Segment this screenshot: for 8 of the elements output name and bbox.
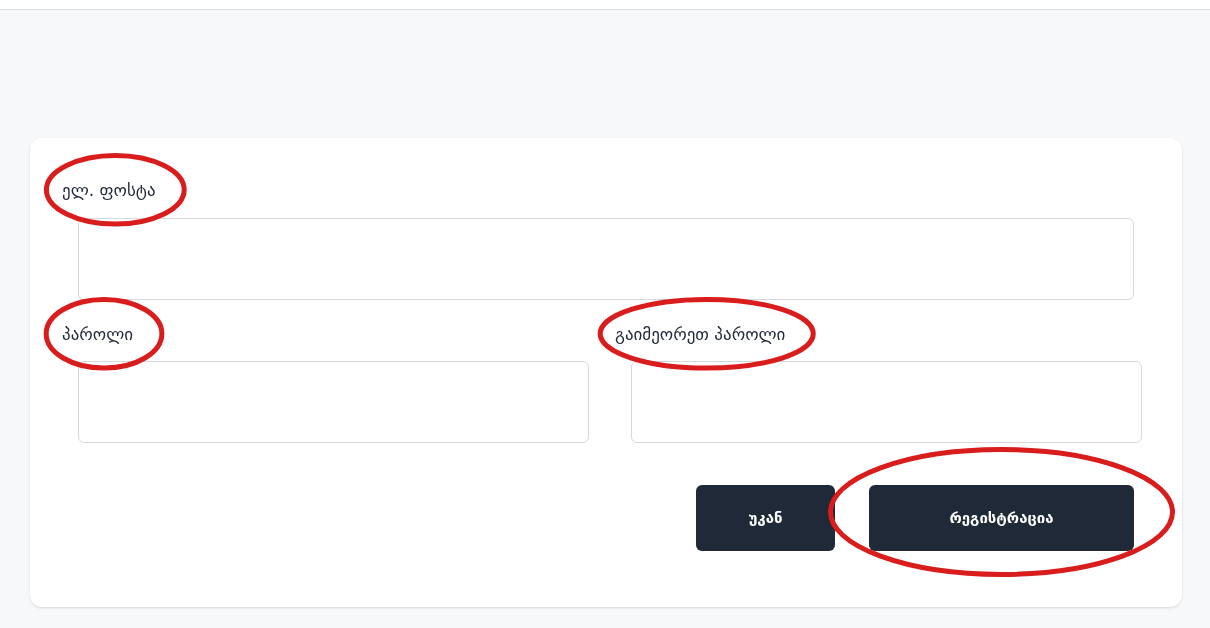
field-label: პაროლი [62, 323, 134, 344]
button[interactable]: უკან [696, 485, 835, 551]
field-label: გაიმეორეთ პაროლი [615, 323, 786, 344]
field-label: ელ. ფოსტა [62, 180, 156, 200]
input-field[interactable] [78, 217, 1134, 300]
input-field[interactable] [78, 361, 589, 443]
input-field[interactable] [631, 361, 1142, 443]
button[interactable]: რეგისტრაცია [869, 485, 1134, 551]
